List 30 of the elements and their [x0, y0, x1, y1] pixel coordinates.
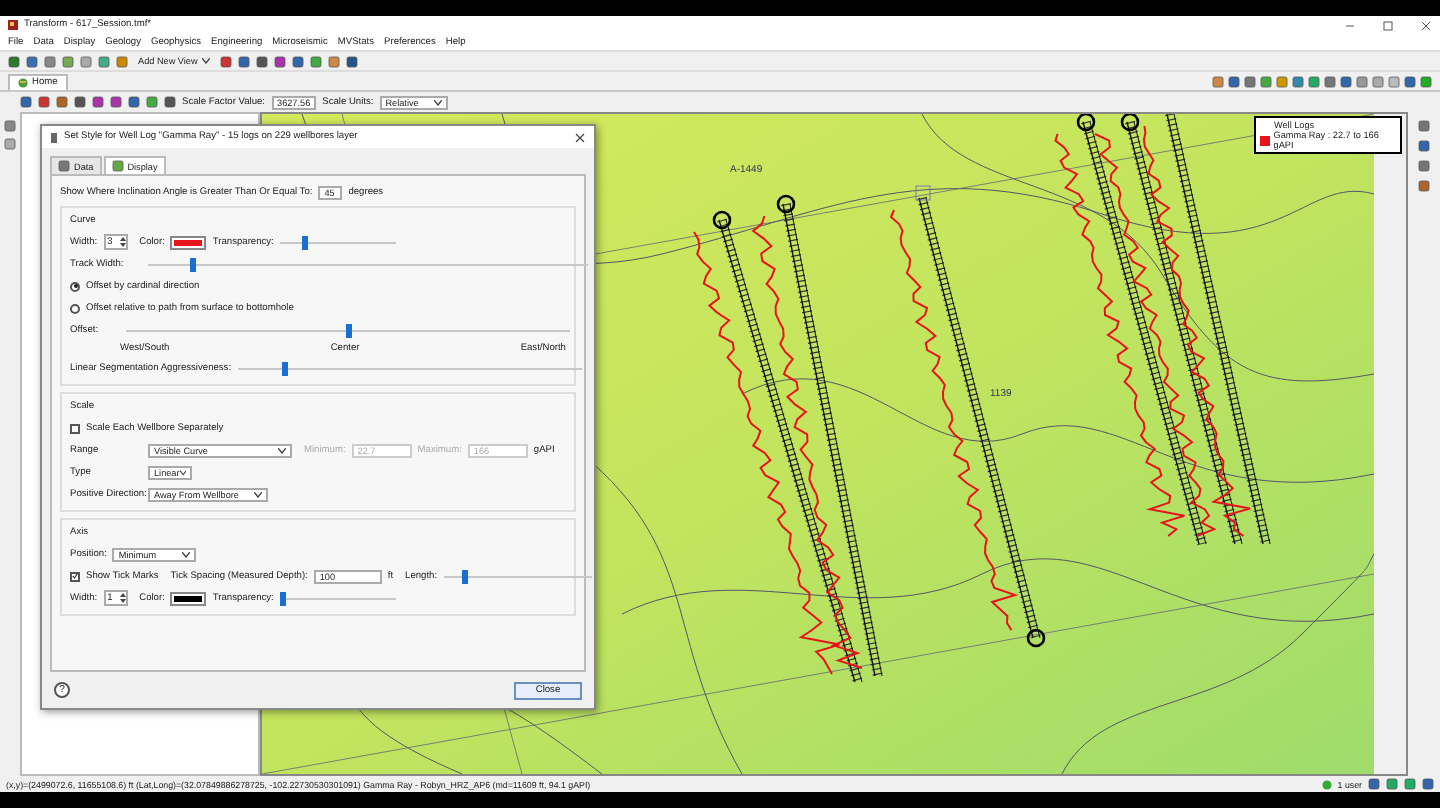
- slider-thumb[interactable]: [282, 361, 289, 375]
- slider-thumb[interactable]: [462, 569, 469, 583]
- dialog-icon: [50, 131, 58, 143]
- caret-icon: [201, 58, 210, 64]
- slider-thumb[interactable]: [345, 323, 351, 337]
- radio-button[interactable]: [70, 281, 80, 291]
- close-icon[interactable]: [1420, 19, 1432, 31]
- caret-icon: [182, 551, 191, 557]
- globe-icon: [18, 78, 28, 88]
- tab-icon[interactable]: [111, 160, 124, 172]
- caret-icon: [278, 447, 286, 453]
- spin-arrows-icon[interactable]: [119, 236, 126, 248]
- caret-icon: [254, 491, 262, 497]
- app-logo-icon: [8, 20, 18, 30]
- checkmark-icon: [72, 572, 78, 580]
- slider-thumb[interactable]: [302, 235, 309, 249]
- radio-button[interactable]: [70, 303, 80, 313]
- slider-thumb[interactable]: [189, 257, 195, 271]
- tab-icon[interactable]: [58, 160, 70, 172]
- caret-icon: [433, 99, 442, 105]
- checkbox[interactable]: [70, 423, 80, 433]
- close-icon[interactable]: [574, 131, 586, 143]
- maximize-icon[interactable]: [1382, 19, 1394, 31]
- spin-arrows-icon[interactable]: [119, 592, 126, 604]
- color-button[interactable]: [170, 591, 207, 605]
- slider-thumb[interactable]: [279, 591, 286, 605]
- color-button[interactable]: [170, 235, 207, 249]
- caret-icon: [179, 469, 186, 475]
- checkbox[interactable]: [70, 571, 80, 581]
- user-status-icon: [1321, 779, 1332, 789]
